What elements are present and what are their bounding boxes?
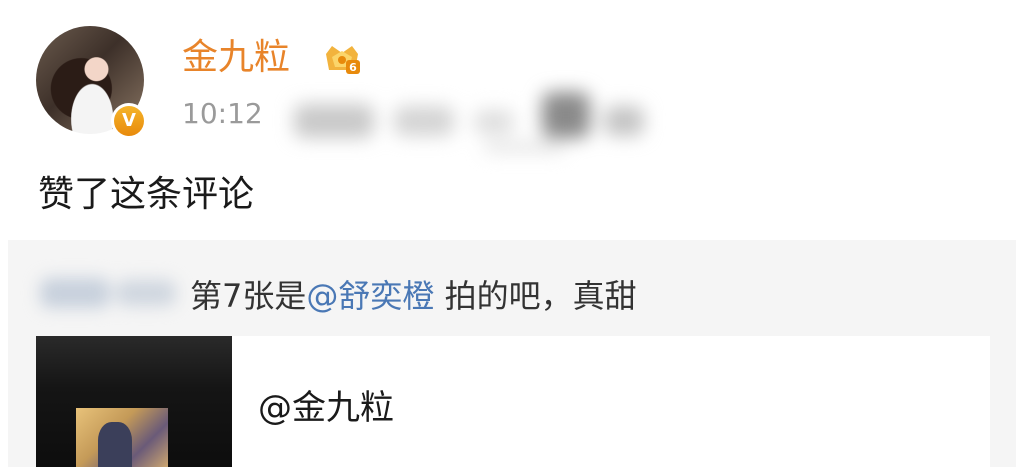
member-level: 6 xyxy=(349,61,357,74)
post-text: 赞了这条评论 xyxy=(38,174,255,215)
post-time: 10:12 xyxy=(182,97,263,130)
comment-suffix: 拍的吧，真甜 xyxy=(434,277,637,315)
comment-text: 第7张是@舒奕橙 拍的吧，真甜 xyxy=(190,274,637,318)
verified-badge-icon: V xyxy=(111,103,147,139)
username[interactable]: 金九粒 xyxy=(182,36,290,80)
post-thumbnail[interactable] xyxy=(36,336,232,467)
attached-post-card[interactable]: @金九粒 xyxy=(36,336,990,467)
comment-mention-link[interactable]: @舒奕橙 xyxy=(306,277,434,315)
crown-icon[interactable]: 6 xyxy=(322,40,362,78)
blurred-source-text xyxy=(284,86,664,156)
thumbnail-figure xyxy=(98,422,132,467)
quoted-comment[interactable]: 第7张是@舒奕橙 拍的吧，真甜 @金九粒 xyxy=(8,240,1016,467)
card-author-mention[interactable]: @金九粒 xyxy=(258,386,394,430)
comment-prefix: 第7张是 xyxy=(190,277,307,315)
verified-badge-letter: V xyxy=(114,106,144,136)
blurred-commenter-name xyxy=(36,270,186,314)
